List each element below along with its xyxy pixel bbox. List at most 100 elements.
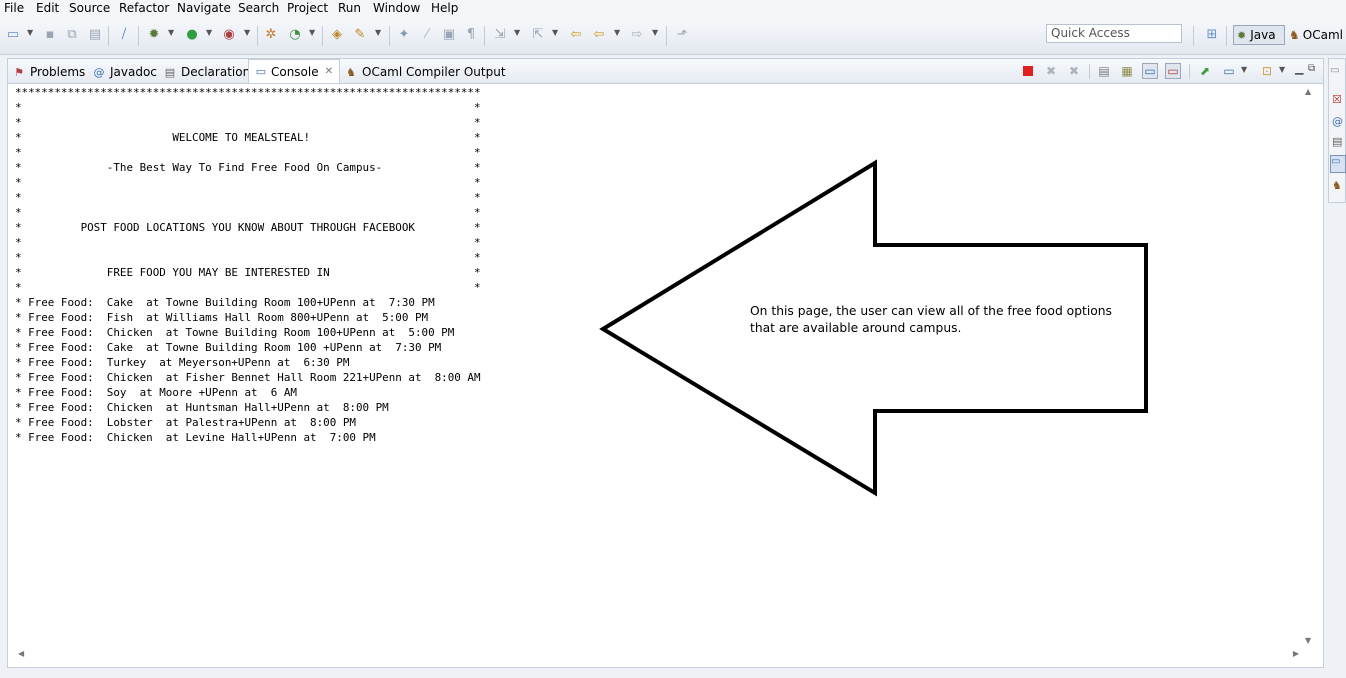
console-line: * Free Food: Fish at Williams Hall Room … <box>15 311 429 324</box>
display-console-icon[interactable]: ▭ <box>1221 63 1237 79</box>
tab-declaration[interactable]: ▤ Declaration <box>163 61 250 83</box>
console-line: * * <box>15 281 481 294</box>
toolbar-separator <box>108 26 109 46</box>
chevron-down-icon[interactable]: ▼ <box>614 28 620 37</box>
console-icon[interactable]: ▭ <box>1330 155 1346 173</box>
perspective-java-button[interactable]: ✹ Java <box>1233 25 1285 45</box>
perspective-ocaml-button[interactable]: ♞ OCaml <box>1289 25 1346 45</box>
scroll-left-arrow-icon[interactable]: ◀ <box>18 649 24 658</box>
javadoc-at-icon[interactable]: @ <box>1332 115 1343 128</box>
terminate-icon[interactable] <box>1020 63 1036 79</box>
console-line: * POST FOOD LOCATIONS YOU KNOW ABOUT THR… <box>15 221 481 234</box>
menu-run[interactable]: Run <box>338 1 361 15</box>
chevron-down-icon[interactable]: ▼ <box>514 28 520 37</box>
restore-icon[interactable]: ▭ <box>1330 65 1339 76</box>
tab-problems[interactable]: ⚑ Problems <box>12 61 85 83</box>
run-icon[interactable]: ● <box>184 27 200 43</box>
forward-arrow-icon[interactable]: ⇨ <box>629 27 645 43</box>
toolbar-separator <box>1189 64 1190 79</box>
toggle-mark-occurrences-icon[interactable]: ✦ <box>396 27 412 43</box>
pin-console-icon[interactable]: ⬈ <box>1197 63 1213 79</box>
new-java-class-icon[interactable]: ◔ <box>287 27 303 43</box>
scroll-down-arrow-icon[interactable]: ▼ <box>1305 636 1311 645</box>
chevron-down-icon[interactable]: ▼ <box>552 28 558 37</box>
toolbar-separator <box>322 26 323 46</box>
back-arrow-icon[interactable]: ⇦ <box>591 27 607 43</box>
declaration-icon: ▤ <box>164 65 176 79</box>
remove-all-terminated-icon[interactable]: ✖ <box>1066 63 1082 79</box>
save-all-icon[interactable]: ⧉ <box>64 27 80 43</box>
chevron-down-icon[interactable]: ▼ <box>309 28 315 37</box>
chevron-down-icon[interactable]: ▼ <box>168 28 174 37</box>
ocaml-camel-icon[interactable]: ♞ <box>1332 179 1342 192</box>
toolbar-separator <box>257 26 258 46</box>
scroll-right-arrow-icon[interactable]: ▶ <box>1293 649 1299 658</box>
clear-console-icon[interactable]: ▤ <box>1096 63 1112 79</box>
perspective-java-label: Java <box>1250 28 1276 42</box>
skip-breakpoints-icon[interactable]: ⧸ <box>116 27 132 43</box>
console-line: * * <box>15 146 481 159</box>
new-file-icon[interactable]: ▭ <box>5 27 21 43</box>
tab-javadoc[interactable]: @ Javadoc <box>92 61 157 83</box>
console-line: * -The Best Way To Find Free Food On Cam… <box>15 161 481 174</box>
maximize-icon[interactable]: ⧉ <box>1308 63 1315 74</box>
menu-source[interactable]: Source <box>69 1 110 15</box>
external-tools-icon[interactable]: ◉ <box>221 27 237 43</box>
menu-navigate[interactable]: Navigate <box>177 1 231 15</box>
last-edit-location-icon[interactable]: ⇦ <box>568 27 584 43</box>
console-line: * FREE FOOD YOU MAY BE INTERESTED IN * <box>15 266 481 279</box>
toolbar-separator <box>1193 26 1194 46</box>
chevron-down-icon[interactable]: ▼ <box>1241 65 1247 74</box>
open-console-icon[interactable]: ⊡ <box>1259 63 1275 79</box>
chevron-down-icon[interactable]: ▼ <box>652 28 658 37</box>
remove-launch-icon[interactable]: ✖ <box>1043 63 1059 79</box>
search-icon[interactable]: ✎ <box>352 27 368 43</box>
show-whitespace-icon[interactable]: ▣ <box>441 27 457 43</box>
open-perspective-icon[interactable]: ⊞ <box>1204 27 1220 43</box>
menu-file[interactable]: File <box>4 1 24 15</box>
console-line: * * <box>15 176 481 189</box>
debug-bug-icon[interactable]: ✹ <box>146 27 162 43</box>
horizontal-scrollbar[interactable]: ◀ ▶ <box>16 647 1301 663</box>
menu-refactor[interactable]: Refactor <box>119 1 169 15</box>
declaration-icon[interactable]: ▤ <box>1332 135 1342 148</box>
pin-editor-icon[interactable]: ⬏ <box>674 27 690 43</box>
vertical-scrollbar[interactable]: ▲ ▼ <box>1301 85 1317 647</box>
console-line: * Free Food: Cake at Towne Building Room… <box>15 296 435 309</box>
minimize-icon[interactable]: ▁ <box>1295 62 1303 75</box>
menu-window[interactable]: Window <box>373 1 420 15</box>
chevron-down-icon[interactable]: ▼ <box>206 28 212 37</box>
minimized-views-strip: ▭ ☒ @ ▤ ▭ ♞ <box>1328 58 1346 203</box>
chevron-down-icon[interactable]: ▼ <box>27 28 33 37</box>
show-on-stdout-icon[interactable]: ▭ <box>1142 63 1158 79</box>
menu-help[interactable]: Help <box>431 1 458 15</box>
console-line: * Free Food: Turkey at Meyerson+UPenn at… <box>15 356 350 369</box>
scroll-lock-icon[interactable]: ▦ <box>1119 63 1135 79</box>
console-line: * Free Food: Lobster at Palestra+UPenn a… <box>15 416 356 429</box>
toolbar-separator <box>1226 26 1227 46</box>
previous-annotation-icon[interactable]: ⇱ <box>530 27 546 43</box>
close-tab-icon[interactable]: ✕ <box>325 66 333 77</box>
chevron-down-icon[interactable]: ▼ <box>1279 65 1285 74</box>
chevron-down-icon[interactable]: ▼ <box>244 28 250 37</box>
next-annotation-icon[interactable]: ⇲ <box>492 27 508 43</box>
menu-project[interactable]: Project <box>287 1 328 15</box>
pilcrow-icon[interactable]: ¶ <box>463 27 479 43</box>
open-type-icon[interactable]: ◈ <box>329 27 345 43</box>
console-line: * Free Food: Chicken at Huntsman Hall+UP… <box>15 401 389 414</box>
save-icon[interactable]: ▪ <box>42 27 58 43</box>
scroll-up-arrow-icon[interactable]: ▲ <box>1305 87 1311 96</box>
menu-edit[interactable]: Edit <box>36 1 59 15</box>
new-java-package-icon[interactable]: ✲ <box>263 27 279 43</box>
tab-console[interactable]: ▭ Console ✕ <box>248 59 340 83</box>
console-line: * * <box>15 236 481 249</box>
chevron-down-icon[interactable]: ▼ <box>375 28 381 37</box>
menu-search[interactable]: Search <box>238 1 279 15</box>
quick-access-input[interactable]: Quick Access <box>1046 24 1182 43</box>
print-icon[interactable]: ▤ <box>87 27 103 43</box>
toggle-block-selection-icon[interactable]: ⁄ <box>419 27 435 43</box>
error-log-icon[interactable]: ☒ <box>1332 93 1342 106</box>
show-on-stderr-icon[interactable]: ▭ <box>1165 63 1181 79</box>
tab-ocaml-compiler-output[interactable]: ♞ OCaml Compiler Output <box>344 61 505 83</box>
console-line: * Free Food: Chicken at Fisher Bennet Ha… <box>15 371 481 384</box>
